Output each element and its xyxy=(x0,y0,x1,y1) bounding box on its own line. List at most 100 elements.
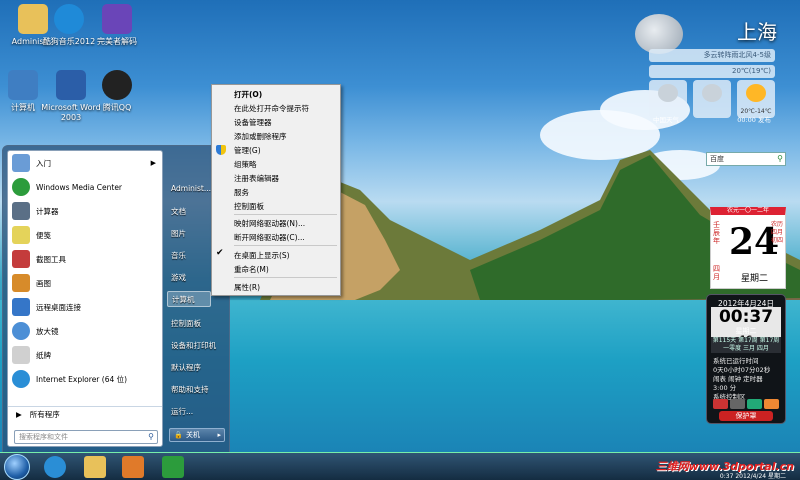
paint-icon xyxy=(12,274,30,292)
ctx-open[interactable]: 打开(O) xyxy=(234,89,262,100)
weather-footer: 中国天气 00:00 发布 xyxy=(649,114,775,126)
power-icon[interactable] xyxy=(713,399,728,409)
calendar-weekday: 星期二 xyxy=(741,274,769,284)
place-control-panel[interactable]: 控制面板 xyxy=(171,318,201,329)
ctx-add-remove[interactable]: 添加或删除程序 xyxy=(234,131,287,142)
remote-desktop-icon xyxy=(12,298,30,316)
forecast-day-3: 20℃-14℃ xyxy=(737,80,775,118)
all-programs-button[interactable]: ▶ 所有程序 xyxy=(8,406,162,422)
place-default-programs[interactable]: 默认程序 xyxy=(171,362,201,373)
calendar-gadget[interactable]: 农元一〇一二年 壬辰年 24 农历四月初四 四月 星期二 xyxy=(710,207,786,289)
play-icon xyxy=(102,4,132,34)
place-devices-printers[interactable]: 设备和打印机 xyxy=(171,340,216,351)
ctx-disconnect-drive[interactable]: 断开网络驱动器(C)... xyxy=(234,232,305,243)
program-internet-explorer[interactable]: Internet Explorer (64 位) xyxy=(8,367,162,391)
place-user[interactable]: Administ... xyxy=(171,184,211,193)
start-menu-programs: 入门 ▶ Windows Media Center 计算器 便笺 截图工具 画图… xyxy=(7,150,163,447)
ctx-show-on-desktop[interactable]: 在桌面上显示(S) xyxy=(234,250,290,261)
screen-guard-button[interactable]: 保护罩 xyxy=(719,411,773,421)
forecast-day-1 xyxy=(649,80,687,118)
program-remote-desktop[interactable]: 远程桌面连接 xyxy=(8,295,162,319)
ctx-services[interactable]: 服务 xyxy=(234,187,249,198)
internet-explorer-icon[interactable] xyxy=(44,456,66,478)
cards-icon xyxy=(12,346,30,364)
word-icon xyxy=(56,70,86,100)
search-go-icon[interactable]: ⚲ xyxy=(777,153,783,165)
checkmark-icon: ✔ xyxy=(216,248,224,258)
program-calculator[interactable]: 计算器 xyxy=(8,199,162,223)
weather-gadget[interactable]: 上海 多云转阵雨北风4-5级 20℃(19℃) 20℃-14℃ 中国天气 00:… xyxy=(625,12,795,130)
search-icon[interactable]: ⚲ xyxy=(148,431,154,443)
ctx-registry[interactable]: 注册表编辑器 xyxy=(234,173,279,184)
place-documents[interactable]: 文档 xyxy=(171,206,186,217)
qq-icon[interactable] xyxy=(162,456,184,478)
rain-cloud-icon xyxy=(658,84,678,102)
program-label: 便笺 xyxy=(36,230,51,240)
ctx-separator xyxy=(234,245,337,246)
cloudy-moon-icon xyxy=(635,14,683,54)
ctx-separator xyxy=(234,277,337,278)
place-music[interactable]: 音乐 xyxy=(171,250,186,261)
program-getting-started[interactable]: 入门 ▶ xyxy=(8,151,162,175)
ctx-manage[interactable]: 管理(G) xyxy=(234,145,261,156)
lock-icon[interactable] xyxy=(764,399,779,409)
media-center-icon xyxy=(12,178,30,196)
place-games[interactable]: 游戏 xyxy=(171,272,186,283)
clock-gadget[interactable]: 2012年4月24日 00:37 16 星期二 第115天 第17周 第17周 … xyxy=(706,294,786,424)
search-placeholder: 搜索程序和文件 xyxy=(19,433,68,441)
shutdown-button[interactable]: 🔒 关机 ▸ xyxy=(169,428,225,442)
calendar-lunar-day: 农历四月初四 xyxy=(771,221,784,244)
place-computer[interactable]: 计算机 xyxy=(167,291,211,307)
weather-condition: 多云转阵雨北风4-5级 xyxy=(649,49,775,62)
program-label: 放大镜 xyxy=(36,326,59,336)
ctx-open-cmd[interactable]: 在此处打开命令提示符 xyxy=(234,103,309,114)
internet-explorer-icon xyxy=(12,370,30,388)
program-label: Internet Explorer (64 位) xyxy=(36,374,128,384)
logoff-icon[interactable] xyxy=(747,399,762,409)
media-player-icon[interactable] xyxy=(122,456,144,478)
program-snipping-tool[interactable]: 截图工具 xyxy=(8,247,162,271)
program-label: 纸牌 xyxy=(36,350,51,360)
calendar-year: 农元一〇一二年 xyxy=(726,207,769,214)
calculator-icon xyxy=(12,202,30,220)
ctx-group-policy[interactable]: 组策略 xyxy=(234,159,257,170)
program-label: 远程桌面连接 xyxy=(36,302,81,312)
scissors-icon xyxy=(12,250,30,268)
program-media-center[interactable]: Windows Media Center xyxy=(8,175,162,199)
desktop-icon-label: 完美者解码 xyxy=(97,37,137,46)
program-paint[interactable]: 画图 xyxy=(8,271,162,295)
taskbar: 三维网www.3dportal.cn 0:37 2012/4/24 星期二 xyxy=(0,452,800,480)
submenu-arrow-icon: ▶ xyxy=(150,159,156,167)
shield-icon xyxy=(216,145,226,155)
shutdown-label: 关机 xyxy=(186,431,200,439)
desktop-icon-decoder[interactable]: 完美者解码 xyxy=(84,4,150,47)
program-sticky-notes[interactable]: 便笺 xyxy=(8,223,162,247)
system-control-buttons xyxy=(713,399,779,409)
ctx-device-manager[interactable]: 设备管理器 xyxy=(234,117,272,128)
weather-city: 上海 xyxy=(737,20,777,44)
ctx-control-panel[interactable]: 控制面板 xyxy=(234,201,264,212)
ctx-separator xyxy=(234,214,337,215)
desktop-icon-qq[interactable]: 腾讯QQ xyxy=(84,70,150,113)
tray-date[interactable]: 0:37 2012/4/24 星期二 xyxy=(720,471,786,480)
sticky-notes-icon xyxy=(12,226,30,244)
program-solitaire[interactable]: 纸牌 xyxy=(8,343,162,367)
search-gadget-input[interactable]: 百度 ⚲ xyxy=(706,152,786,166)
folder-icon[interactable] xyxy=(84,456,106,478)
computer-icon xyxy=(8,70,38,100)
shutdown-options-arrow-icon[interactable]: ▸ xyxy=(217,429,221,441)
program-magnifier[interactable]: 放大镜 xyxy=(8,319,162,343)
ctx-properties[interactable]: 属性(R) xyxy=(234,282,260,293)
calendar-lunar-year: 壬辰年 xyxy=(713,221,720,245)
ctx-rename[interactable]: 重命名(M) xyxy=(234,264,269,275)
ctx-map-drive[interactable]: 映射网络驱动器(N)... xyxy=(234,218,305,229)
place-run[interactable]: 运行... xyxy=(171,406,193,417)
start-button[interactable] xyxy=(4,454,30,480)
start-search-input[interactable]: 搜索程序和文件 ⚲ xyxy=(14,430,158,444)
weather-source: 中国天气 xyxy=(653,116,679,124)
kugou-music-icon xyxy=(54,4,84,34)
restart-icon[interactable] xyxy=(730,399,745,409)
place-help[interactable]: 帮助和支持 xyxy=(171,384,209,395)
place-pictures[interactable]: 图片 xyxy=(171,228,186,239)
magnifier-icon xyxy=(12,322,30,340)
